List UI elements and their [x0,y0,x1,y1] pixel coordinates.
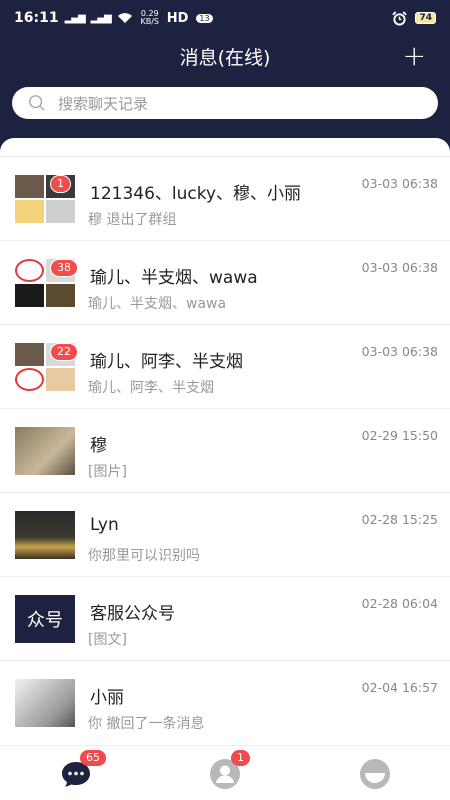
avatar [15,679,75,727]
contacts-badge: 1 [231,750,250,766]
conversation-list: 1 121346、lucky、穆、小丽 穆 退出了群组 03-03 06:38 … [0,156,450,744]
conversation-time: 03-03 06:38 [361,260,438,275]
conversation-name: 穆 [90,436,107,456]
search-input[interactable]: 搜索聊天记录 [58,93,148,114]
conversation-time: 02-28 06:04 [361,596,438,611]
conversation-preview: 穆 退出了群组 [88,212,177,228]
tab-profile[interactable] [359,758,391,790]
unread-badge: 38 [50,259,78,277]
conversation-item[interactable]: 穆 [图片] 02-29 15:50 [0,408,450,492]
conversation-name: 瑜儿、阿李、半支烟 [90,352,243,372]
conversation-item[interactable]: Lyn 你那里可以识别吗 02-28 15:25 [0,492,450,576]
conversation-preview: 瑜儿、半支烟、wawa [88,296,227,312]
profile-icon [360,759,390,789]
signal-icon: ▂▄▆ [64,12,86,24]
conversation-name: 小丽 [90,688,124,708]
signal-icon-2: ▂▄▆ [90,12,112,24]
conversation-time: 02-29 15:50 [361,428,438,443]
search-icon [29,95,45,111]
conversation-preview: 你 撤回了一条消息 [88,716,205,732]
hd-indicator: HD [166,10,189,26]
conversation-panel: 1 121346、lucky、穆、小丽 穆 退出了群组 03-03 06:38 … [0,138,450,800]
network-speed: 0.29 KB/S [140,9,159,26]
alarm-icon [392,10,408,26]
conversation-time: 03-03 06:38 [361,176,438,191]
conversation-name: Lyn [90,515,119,535]
battery-icon: 74 [415,12,436,24]
conversation-time: 02-04 16:57 [361,680,438,695]
conversation-time: 03-03 06:38 [361,344,438,359]
notification-count: 13 [196,13,213,23]
conversation-time: 02-28 15:25 [361,512,438,527]
avatar: 众号 [15,595,75,643]
conversation-preview: 瑜儿、阿李、半支烟 [88,380,214,396]
conversation-item[interactable]: 38 瑜儿、半支烟、wawa 瑜儿、半支烟、wawa 03-03 06:38 [0,240,450,324]
app-header: 消息(在线) + [0,36,450,76]
messages-badge: 65 [80,750,106,766]
conversation-name: 121346、lucky、穆、小丽 [90,184,302,204]
conversation-preview: 你那里可以识别吗 [88,548,200,564]
conversation-item[interactable]: 众号 客服公众号 [图文] 02-28 06:04 [0,576,450,660]
search-bar[interactable]: 搜索聊天记录 [12,87,438,119]
conversation-name: 瑜儿、半支烟、wawa [90,268,258,288]
page-title: 消息(在线) [179,46,271,69]
conversation-item[interactable]: 22 瑜儿、阿李、半支烟 瑜儿、阿李、半支烟 03-03 06:38 [0,324,450,408]
wifi-icon [117,13,132,23]
status-time: 16:11 [14,10,59,26]
conversation-item[interactable]: 1 121346、lucky、穆、小丽 穆 退出了群组 03-03 06:38 [0,156,450,240]
conversation-name: 客服公众号 [90,604,175,624]
unread-badge: 1 [50,175,71,193]
add-button[interactable]: + [403,42,426,70]
unread-badge: 22 [50,343,78,361]
avatar [15,511,75,559]
conversation-item[interactable]: 小丽 你 撤回了一条消息 02-04 16:57 [0,660,450,744]
status-bar: 16:11 ▂▄▆ ▂▄▆ 0.29 KB/S HD 13 74 [0,0,450,36]
conversation-preview: [图片] [88,464,127,480]
conversation-preview: [图文] [88,632,127,648]
bottom-tab-bar: 65 1 [0,745,450,800]
avatar [15,427,75,475]
